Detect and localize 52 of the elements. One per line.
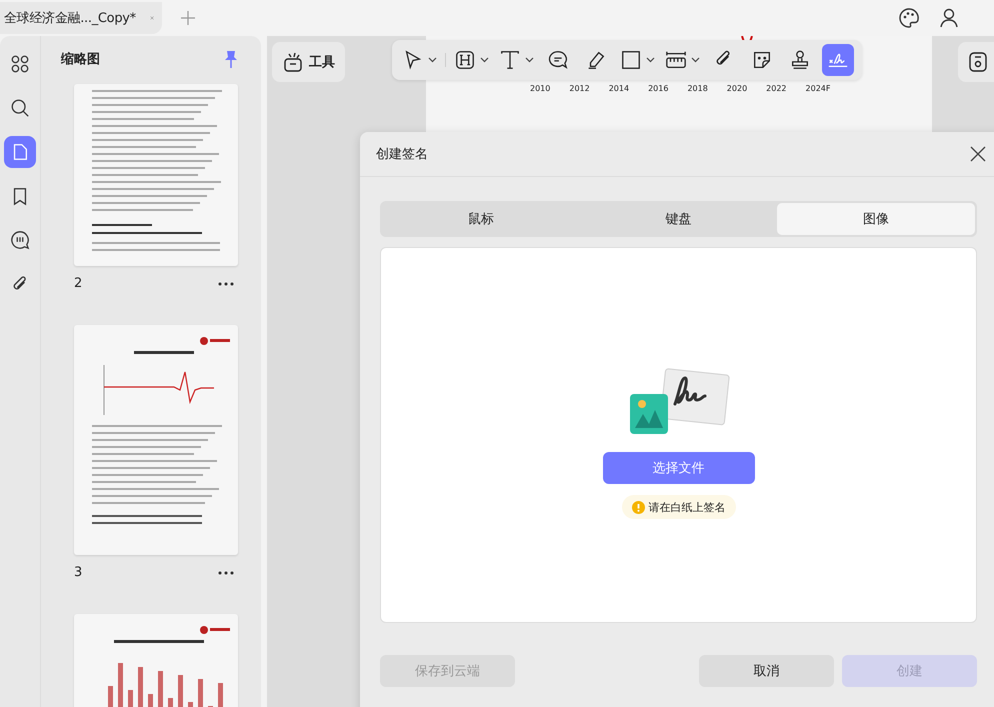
- caret-icon: [646, 57, 655, 63]
- document-tab[interactable]: 全球经济金融..._Copy*: [0, 2, 162, 34]
- sticker-icon: [751, 49, 773, 71]
- text-icon: [499, 49, 521, 71]
- axis-label: 2018: [687, 84, 708, 93]
- stamp-icon: [789, 49, 811, 71]
- square-icon: [620, 49, 642, 71]
- save-button[interactable]: [958, 42, 994, 82]
- axis-label: 2010: [530, 84, 550, 93]
- speech-bubble-icon: [10, 230, 30, 250]
- ruler-icon: [665, 49, 687, 71]
- page-thumbnail[interactable]: [74, 614, 238, 707]
- signature-tool[interactable]: [822, 44, 854, 76]
- signature-method-tab[interactable]: 键盘: [580, 203, 778, 235]
- more-icon[interactable]: [218, 570, 234, 574]
- axis-label: 2012: [569, 84, 590, 93]
- dialog-title: 创建签名: [376, 146, 428, 163]
- speech-bubble-icon: [547, 49, 569, 71]
- caret-icon: [428, 57, 437, 63]
- hint-text: 请在白纸上签名: [648, 500, 726, 514]
- panel-title: 缩略图: [61, 50, 100, 68]
- palette-icon[interactable]: [898, 7, 920, 29]
- caret-icon: [525, 57, 534, 63]
- axis-label: 2016: [648, 84, 668, 93]
- user-icon[interactable]: [938, 7, 960, 29]
- axis-label: 2020: [726, 84, 748, 93]
- grid-icon: [10, 54, 30, 74]
- page-thumbnail[interactable]: [74, 84, 238, 266]
- axis-label: 2014: [608, 84, 630, 93]
- warning-icon: [632, 500, 644, 514]
- signature-method-tab[interactable]: 鼠标: [382, 203, 580, 235]
- caret-icon: [691, 57, 700, 63]
- search-icon: [10, 98, 30, 118]
- new-tab-icon[interactable]: [180, 10, 196, 26]
- page-number: 2: [74, 276, 82, 291]
- axis-label: 2024F: [806, 84, 830, 93]
- choose-file-button[interactable]: 选择文件: [602, 452, 754, 484]
- pin-icon[interactable]: [223, 50, 239, 68]
- tab-title: 全球经济金融..._Copy*: [4, 10, 136, 27]
- tools-button[interactable]: 工具: [272, 42, 345, 82]
- page-thumbnail[interactable]: [74, 325, 238, 555]
- toolbox-icon: [282, 51, 304, 73]
- caret-icon: [480, 57, 489, 63]
- signature-method-tab[interactable]: 图像: [777, 203, 976, 235]
- device-icon: [968, 51, 988, 73]
- more-icon[interactable]: [218, 282, 234, 286]
- axis-label: 2022: [766, 84, 787, 93]
- page-panel-button[interactable]: [4, 136, 36, 168]
- page-number: 3: [74, 565, 82, 580]
- heading-icon: [454, 49, 476, 71]
- cancel-button[interactable]: 取消: [699, 655, 834, 687]
- close-icon[interactable]: [970, 146, 986, 162]
